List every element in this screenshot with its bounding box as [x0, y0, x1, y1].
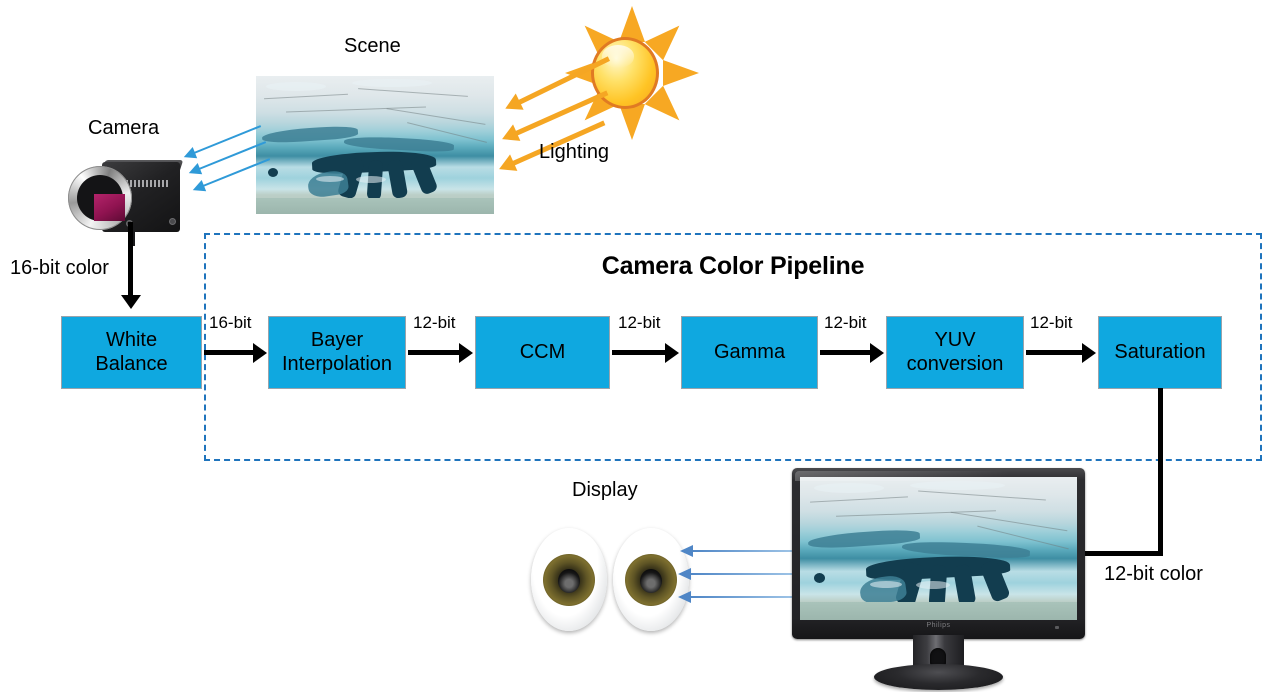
scene-to-camera-ray-1 [193, 125, 262, 154]
connector-label-3: 12-bit [618, 313, 661, 332]
stage-yuv-conversion[interactable]: YUV conversion [886, 316, 1024, 389]
stage-ccm[interactable]: CCM [475, 316, 610, 389]
arrow-gamma-to-yuv [820, 342, 884, 363]
monitor-to-eye-ray-2 [678, 568, 792, 580]
monitor-icon: Philips [792, 468, 1085, 690]
eyes-icon-left [531, 528, 607, 631]
display-input-label: 12-bit color [1104, 563, 1203, 585]
connector-label-1: 16-bit [209, 313, 252, 332]
arrow-wb-to-bayer [204, 342, 267, 363]
pipeline-title: Camera Color Pipeline [601, 252, 865, 280]
stage-bayer-interpolation[interactable]: Bayer Interpolation [268, 316, 406, 389]
monitor-brand-logo: Philips [926, 622, 951, 629]
stage-ccm-label: CCM [519, 340, 566, 363]
monitor-to-eye-ray-1 [680, 545, 792, 557]
monitor-to-eye-ray-3 [678, 591, 792, 603]
saturation-to-monitor-arrow [1069, 543, 1163, 564]
arrow-bayer-to-ccm [408, 342, 473, 363]
stage-white-balance-label: White Balance [95, 328, 168, 375]
stage-yuv-label: YUV conversion [906, 328, 1004, 375]
scene-photo [256, 76, 494, 214]
stage-gamma-label: Gamma [713, 340, 786, 363]
stage-saturation-label: Saturation [1114, 340, 1206, 363]
saturation-output-line [1158, 388, 1163, 556]
camera-output-label: 16-bit color [10, 257, 109, 279]
camera-output-arrow [120, 222, 141, 309]
scene-label: Scene [344, 35, 401, 57]
arrow-ccm-to-gamma [612, 342, 679, 363]
stage-gamma[interactable]: Gamma [681, 316, 818, 389]
camera-label: Camera [88, 117, 160, 139]
lighting-label: Lighting [539, 141, 610, 163]
display-label: Display [572, 479, 638, 501]
stage-saturation[interactable]: Saturation [1098, 316, 1222, 389]
connector-label-2: 12-bit [413, 313, 456, 332]
stage-white-balance[interactable]: White Balance [61, 316, 202, 389]
connector-label-5: 12-bit [1030, 313, 1073, 332]
arrow-yuv-to-sat [1026, 342, 1096, 363]
connector-label-4: 12-bit [824, 313, 867, 332]
stage-bayer-label: Bayer Interpolation [281, 328, 393, 375]
